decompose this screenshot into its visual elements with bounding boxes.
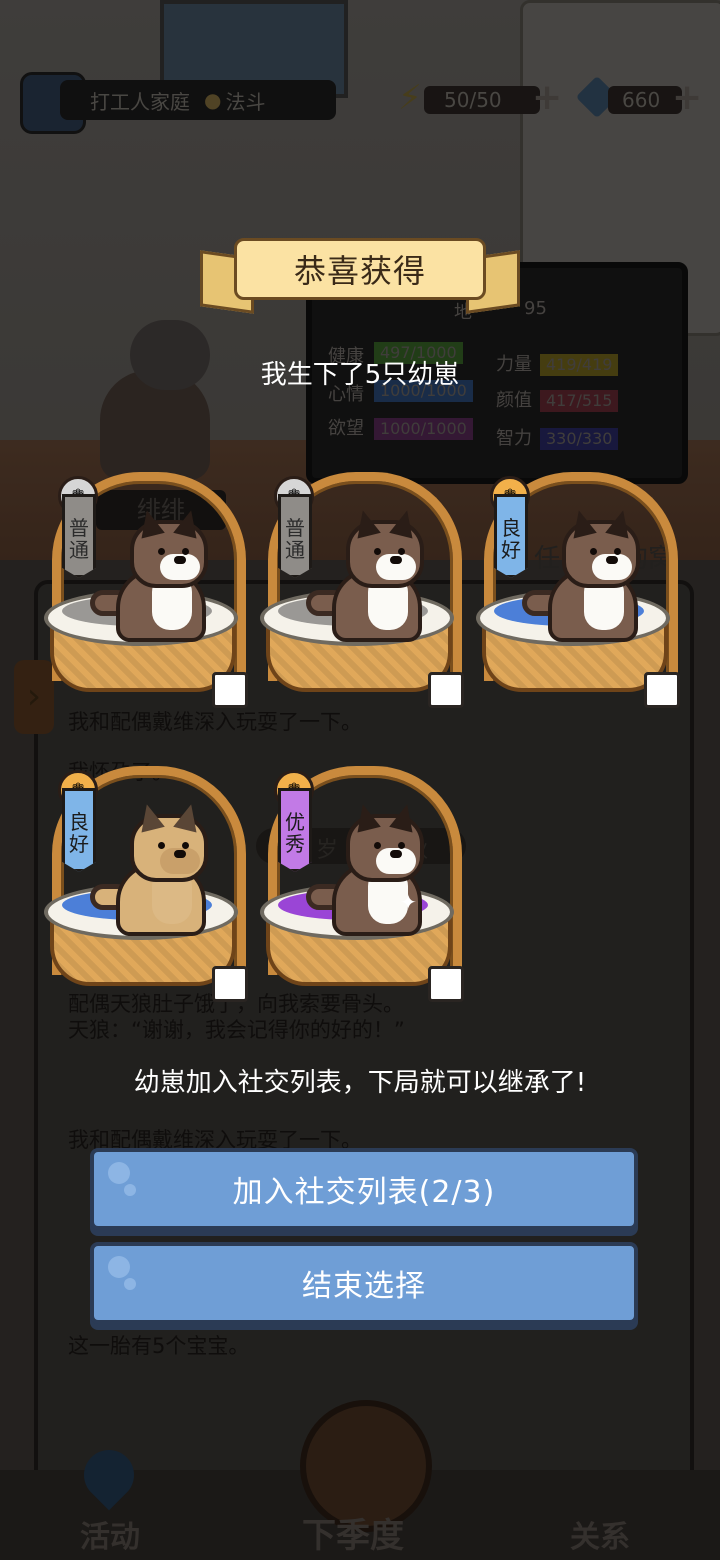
puppy-image — [90, 507, 212, 642]
puppy-image — [306, 507, 428, 642]
puppy-card[interactable]: ❁ 普通 — [44, 472, 246, 702]
puppy-checkbox[interactable] — [212, 672, 248, 708]
rarity-tag: 普通 — [62, 494, 96, 578]
dialog-subtitle: 我生下了5只幼崽 — [260, 360, 460, 390]
add-to-social-list-label: 加入社交列表(2/3) — [232, 1175, 496, 1210]
add-to-social-list-button[interactable]: 加入社交列表(2/3) — [90, 1148, 638, 1230]
puppy-checkbox[interactable] — [212, 966, 248, 1002]
puppy-card[interactable]: ❁ 普通 — [260, 472, 462, 702]
puppy-card[interactable]: ❁ 良好 — [44, 766, 246, 996]
puppy-image — [522, 507, 644, 642]
rarity-tag: 优秀 — [278, 788, 312, 872]
dialog-hint: 幼崽加入社交列表，下局就可以继承了! — [133, 1068, 587, 1098]
puppy-image — [306, 801, 428, 936]
rarity-tag: 良好 — [62, 788, 96, 872]
puppy-card[interactable]: ✦ ❁ 优秀 — [260, 766, 462, 996]
puppy-checkbox[interactable] — [428, 672, 464, 708]
rarity-tag: 普通 — [278, 494, 312, 578]
puppy-image — [90, 801, 212, 936]
end-selection-label: 结束选择 — [302, 1269, 426, 1304]
sparkle-icon: ✦ — [400, 890, 417, 914]
puppy-card[interactable]: ❁ 良好 — [476, 472, 678, 702]
end-selection-button[interactable]: 结束选择 — [90, 1242, 638, 1324]
puppy-checkbox[interactable] — [428, 966, 464, 1002]
dialog-title: 恭喜获得 — [234, 238, 486, 300]
title-ribbon: 恭喜获得 — [200, 236, 520, 314]
puppy-checkbox[interactable] — [644, 672, 680, 708]
rarity-tag: 良好 — [494, 494, 528, 578]
